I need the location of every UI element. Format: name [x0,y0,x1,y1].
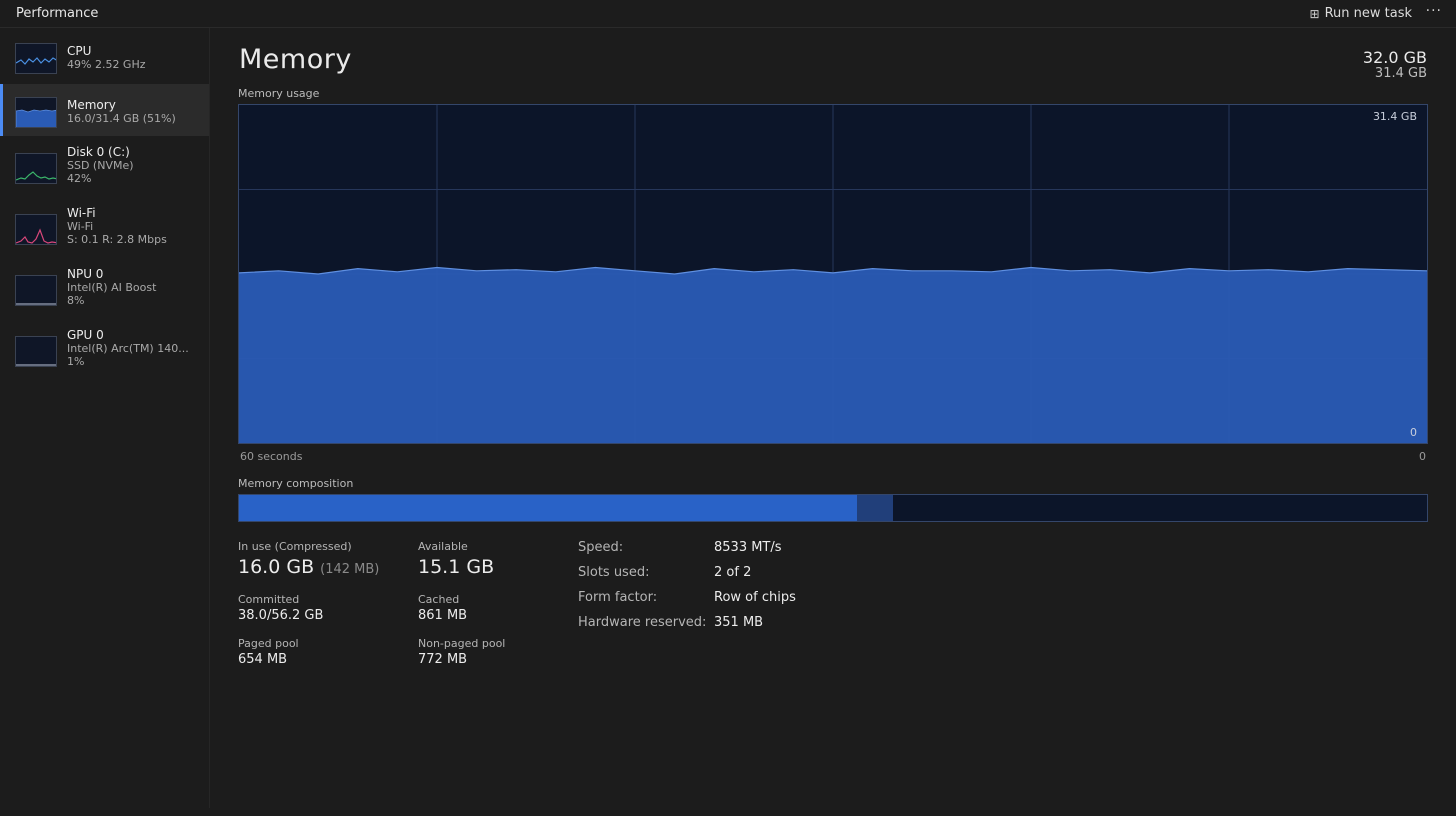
sidebar-item-detail: Intel(R) AI Boost [67,281,157,294]
sidebar-item-label: NPU 0 [67,267,104,281]
memory-composition-label: Memory composition [238,477,354,490]
paged-pool-value: 654 MB [238,652,288,667]
sidebar-item-rate: S: 0.1 R: 2.8 Mbps [67,233,167,246]
sidebar-item-cpu[interactable]: CPU 49% 2.52 GHz [0,30,209,82]
memory-usage-graph: 31.4 GB 0 [238,104,1428,444]
sidebar-item-detail: 16.0/31.4 GB (51%) [67,112,176,125]
in-use-value: 16.0 GB (142 MB) [238,556,379,578]
sidebar-item-detail: Wi-Fi [67,220,94,233]
speed-label: Speed: [578,540,624,555]
graph-max-label: 31.4 GB [1372,110,1417,123]
hardware-reserved-value: 351 MB [714,615,764,630]
graph-min-label: 0 [1410,426,1417,439]
in-use-amount: 16.0 GB [238,556,315,578]
sidebar-item-percent: 42% [67,172,92,185]
memory-composition-bar [238,494,1428,522]
memory-usage-chart [239,105,1427,443]
non-paged-pool-value: 772 MB [418,652,468,667]
memory-usage-area [239,267,1427,443]
wifi-mini-graph-icon [15,214,57,245]
available-value: 15.1 GB [418,556,495,578]
slots-used-value: 2 of 2 [714,565,752,580]
speed-value: 8533 MT/s [714,540,782,555]
form-factor-label: Form factor: [578,590,658,605]
sidebar-item-npu[interactable]: NPU 0 Intel(R) AI Boost 8% [0,262,209,314]
in-use-label: In use (Compressed) [238,540,352,553]
disk-mini-graph-icon [15,153,57,184]
active-indicator [0,84,3,136]
sidebar-item-label: Disk 0 (C:) [67,145,130,159]
committed-label: Committed [238,593,300,606]
sidebar-item-gpu[interactable]: GPU 0 Intel(R) Arc(TM) 140... 1% [0,323,209,375]
sidebar-item-memory[interactable]: Memory 16.0/31.4 GB (51%) [0,84,209,136]
cached-value: 861 MB [418,608,468,623]
sidebar-item-label: Wi-Fi [67,206,96,220]
paged-pool-label: Paged pool [238,637,299,650]
gpu-mini-graph-icon [15,336,57,367]
available-label: Available [418,540,468,553]
sidebar: CPU 49% 2.52 GHz Memory 16.0/31.4 GB (51… [0,28,210,808]
title-bar: Performance ⊞ Run new task ··· [0,0,1456,28]
run-new-task-button[interactable]: ⊞ Run new task [1310,6,1413,21]
total-memory: 32.0 GB [1362,48,1427,67]
sidebar-item-percent: 8% [67,294,85,307]
run-task-icon: ⊞ [1309,6,1320,21]
sidebar-item-label: CPU [67,44,92,58]
slots-used-label: Slots used: [578,565,650,580]
form-factor-value: Row of chips [714,590,796,605]
graph-time-span-label: 60 seconds [240,450,303,463]
non-paged-pool-label: Non-paged pool [418,637,506,650]
in-use-compressed: (142 MB) [320,562,380,577]
committed-value: 38.0/56.2 GB [238,608,324,623]
memory-heading: Memory [239,44,352,75]
sidebar-item-percent: 1% [67,355,85,368]
hardware-reserved-label: Hardware reserved: [578,615,707,630]
page-title: Performance [16,6,99,21]
sidebar-item-disk[interactable]: Disk 0 (C:) SSD (NVMe) 42% [0,140,209,192]
run-new-task-label: Run new task [1324,6,1412,21]
sidebar-item-label: Memory [67,98,116,112]
memory-usage-label: Memory usage [238,87,320,100]
npu-mini-graph-icon [15,275,57,306]
graph-time-end-label: 0 [1419,450,1426,463]
cpu-mini-graph-icon [15,43,57,74]
sidebar-item-wifi[interactable]: Wi-Fi Wi-Fi S: 0.1 R: 2.8 Mbps [0,201,209,253]
sidebar-item-detail: 49% 2.52 GHz [67,58,146,71]
composition-modified-segment [857,495,893,521]
sidebar-item-detail: SSD (NVMe) [67,159,134,172]
sidebar-item-detail: Intel(R) Arc(TM) 140... [67,342,189,355]
cached-label: Cached [418,593,460,606]
sidebar-item-label: GPU 0 [67,328,104,342]
more-options-button[interactable]: ··· [1426,3,1442,19]
usable-memory: 31.4 GB [1374,66,1427,81]
composition-in-use-segment [239,495,857,521]
memory-mini-graph-icon [15,97,57,128]
